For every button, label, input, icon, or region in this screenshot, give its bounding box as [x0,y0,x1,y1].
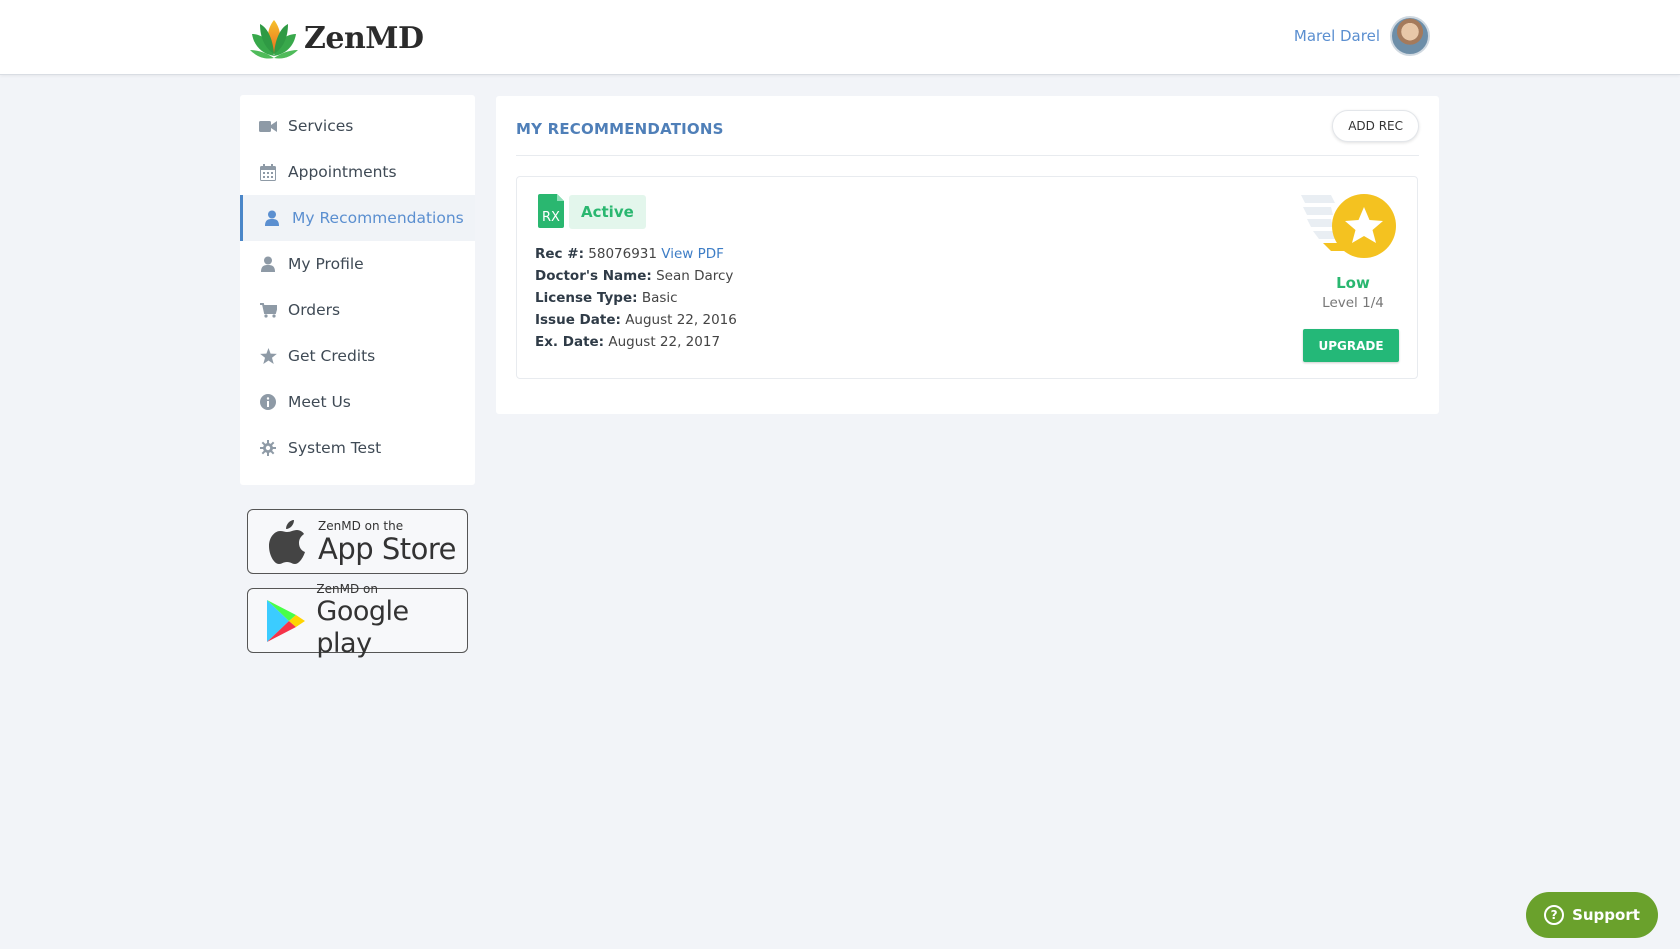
user-icon [262,209,282,227]
doctor-label: Doctor's Name: [535,268,652,284]
recommendations-panel: MY RECOMMENDATIONS ADD REC RX Active Rec… [496,96,1439,414]
rx-label: RX [542,210,560,225]
google-play-badge[interactable]: ZenMD on Google play [247,582,468,659]
issue-date-label: Issue Date: [535,312,621,328]
top-header: ZenMD Marel Darel [0,0,1680,75]
rec-number-row: Rec #: 58076931 View PDF [535,243,737,265]
user-name[interactable]: Marel Darel [1294,27,1380,45]
expiry-date-row: Ex. Date: August 22, 2017 [535,331,737,353]
issue-date: August 22, 2016 [625,312,737,328]
sidebar-item-label: Orders [288,301,341,319]
license-label: License Type: [535,290,638,306]
store-name: Google play [316,595,409,659]
store-caption: ZenMD on [316,581,378,596]
license-row: License Type: Basic [535,287,737,309]
sidebar-item-appointments[interactable]: Appointments [240,149,475,195]
user-menu[interactable]: Marel Darel [1294,16,1430,56]
gear-icon [258,439,278,457]
app-store-badge[interactable]: ZenMD on the App Store [247,509,468,574]
doctor-row: Doctor's Name: Sean Darcy [535,265,737,287]
sidebar-nav: Services Appointments My Recommendations… [240,95,475,485]
sidebar-item-label: Services [288,117,354,135]
rec-number: 58076931 [588,246,657,262]
sidebar-item-system-test[interactable]: System Test [240,425,475,471]
store-name: App Store [318,531,457,566]
sidebar-item-label: Meet Us [288,393,351,411]
brand-logo[interactable]: ZenMD [248,16,424,60]
expiry-date: August 22, 2017 [608,334,721,350]
store-caption: ZenMD on the [318,518,404,533]
page-title: MY RECOMMENDATIONS [516,120,724,138]
sidebar-item-label: Get Credits [288,347,376,365]
sidebar-item-label: System Test [288,439,382,457]
star-icon [258,347,278,365]
cart-icon [258,301,278,319]
sidebar-item-label: My Recommendations [292,209,464,227]
user-icon [258,255,278,273]
level-star-icon [1301,194,1396,258]
expiry-date-label: Ex. Date: [535,334,605,350]
avatar[interactable] [1390,16,1430,56]
sidebar-item-orders[interactable]: Orders [240,287,475,333]
license-type: Basic [641,290,678,306]
rec-number-label: Rec #: [535,246,584,262]
sidebar-item-get-credits[interactable]: Get Credits [240,333,475,379]
apple-icon [262,517,312,567]
divider [516,155,1419,156]
recommendation-details: Rec #: 58076931 View PDF Doctor's Name: … [535,243,737,353]
brand-name: ZenMD [304,20,424,56]
upgrade-button[interactable]: UPGRADE [1303,329,1399,362]
sidebar-item-label: Appointments [288,163,397,181]
level-name: Low [1336,274,1370,292]
sidebar-item-label: My Profile [288,255,364,273]
question-icon: ? [1544,905,1565,925]
status-badge: Active [569,195,646,229]
support-button[interactable]: ? Support [1526,892,1658,938]
sidebar-item-meet-us[interactable]: Meet Us [240,379,475,425]
rx-document-icon: RX [538,194,564,228]
add-rec-button[interactable]: ADD REC [1332,110,1419,142]
support-label: Support [1572,906,1640,924]
recommendation-card: RX Active Rec #: 58076931 View PDF Docto… [516,176,1418,379]
level-text: Level 1/4 [1322,295,1384,311]
lotus-icon [250,20,298,59]
doctor-name: Sean Darcy [656,268,734,284]
google-play-icon [262,596,310,646]
video-camera-icon [258,117,278,135]
sidebar-item-my-recommendations[interactable]: My Recommendations [240,195,475,241]
info-icon [258,393,278,411]
calendar-icon [258,163,278,181]
sidebar-item-my-profile[interactable]: My Profile [240,241,475,287]
sidebar-item-services[interactable]: Services [240,103,475,149]
view-pdf-link[interactable]: View PDF [661,246,724,262]
issue-date-row: Issue Date: August 22, 2016 [535,309,737,331]
